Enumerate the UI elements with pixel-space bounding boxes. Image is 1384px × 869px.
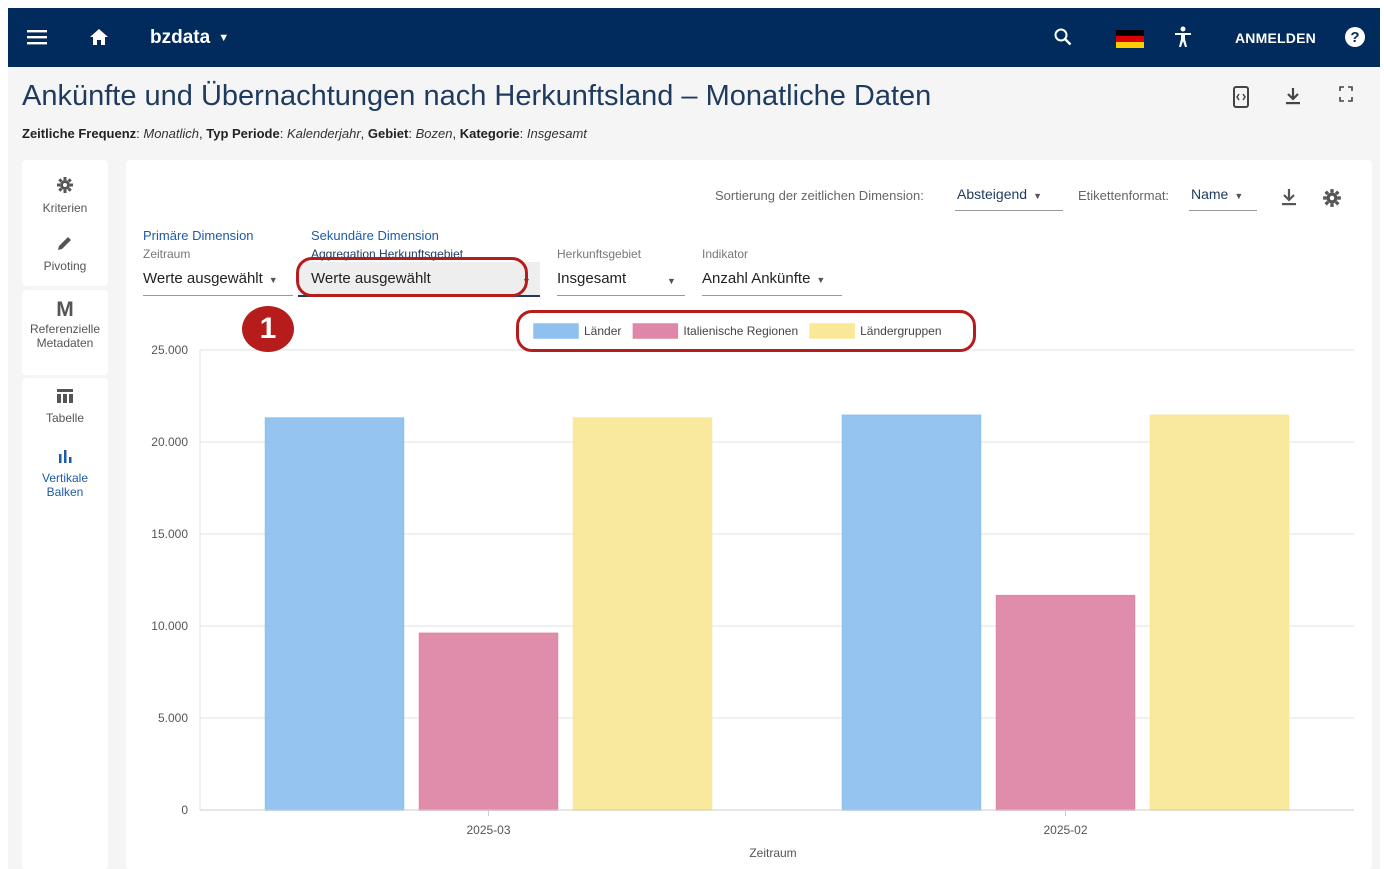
login-button[interactable]: ANMELDEN: [1235, 30, 1316, 46]
y-tick-label: 5.000: [158, 711, 188, 725]
x-axis-title: Zeitraum: [749, 846, 796, 860]
sidebar-item-tabelle[interactable]: Tabelle: [22, 388, 108, 425]
bar: [418, 632, 559, 811]
legend-highlight: [516, 310, 976, 352]
fullscreen-icon[interactable]: [1339, 86, 1353, 107]
sidebar-group-metadata: M Referenzielle Metadaten: [22, 290, 108, 375]
chevron-down-icon: ▼: [218, 31, 230, 44]
menu-icon[interactable]: [22, 22, 52, 52]
filter-label: Gebiet: [367, 126, 409, 141]
accessibility-icon[interactable]: [1168, 22, 1198, 52]
origin-select[interactable]: Insgesamt: [557, 270, 626, 287]
x-tick-label: 2025-03: [466, 823, 510, 837]
bar: [995, 594, 1136, 811]
origin-label: Herkunftsgebiet: [557, 247, 642, 261]
sort-label: Sortierung der zeitlichen Dimension:: [715, 188, 924, 203]
indicator-value: Anzahl Ankünfte: [702, 270, 811, 287]
sort-value: Absteigend: [957, 186, 1028, 202]
sort-select-underline: [955, 210, 1063, 211]
top-app-bar: bzdata ▼ ANMELDEN ?: [8, 8, 1380, 67]
bar: [572, 417, 713, 811]
annotation-badge: 1: [242, 306, 294, 352]
sort-select[interactable]: Absteigend ▼: [957, 186, 1042, 202]
indicator-label: Indikator: [702, 247, 749, 261]
page-title: Ankünfte und Übernachtungen nach Herkunf…: [22, 80, 932, 112]
app-name: bzdata: [150, 27, 211, 48]
home-icon[interactable]: [84, 22, 114, 52]
y-tick-label: 10.000: [151, 619, 188, 633]
primary-dimension-label: Zeitraum: [143, 247, 191, 261]
y-tick-label: 25.000: [151, 343, 188, 357]
app-switcher[interactable]: bzdata ▼: [150, 27, 229, 49]
german-flag-icon[interactable]: [1116, 30, 1144, 48]
filter-label: Kategorie: [459, 126, 520, 141]
chart-settings-gear-icon[interactable]: [1322, 188, 1342, 213]
y-tick-label: 15.000: [151, 527, 188, 541]
indicator-select[interactable]: Anzahl Ankünfte ▼: [702, 270, 825, 287]
sidebar-item-pivoting[interactable]: Pivoting: [22, 234, 108, 273]
bar-chart: 0 5.000 10.000 15.000 20.000 25.000 2025-03 202…: [126, 310, 1372, 869]
bar: [264, 417, 405, 811]
primary-dimension-value: Werte ausgewählt: [143, 270, 263, 287]
sidebar-item-label: Referenzielle Metadaten: [29, 322, 101, 350]
filter-value: Bozen: [415, 126, 453, 141]
primary-dimension-title: Primäre Dimension: [143, 228, 254, 243]
download-icon[interactable]: [1285, 86, 1301, 111]
chevron-down-icon: ▼: [1033, 191, 1042, 201]
secondary-dimension-title: Sekundäre Dimension: [311, 228, 439, 243]
chevron-down-icon: ▼: [816, 275, 826, 285]
primary-dimension-underline: [143, 295, 293, 296]
sidebar-item-label: Kriterien: [42, 201, 88, 215]
x-tick-label: 2025-02: [1043, 823, 1087, 837]
origin-underline: [557, 295, 685, 296]
metadata-m-icon: M: [56, 298, 74, 321]
label-format-underline: [1189, 210, 1257, 211]
sidebar-item-label: Pivoting: [43, 259, 87, 273]
table-icon: [22, 388, 108, 409]
filter-value: Kalenderjahr: [286, 126, 361, 141]
search-icon[interactable]: [1048, 22, 1078, 52]
label-format-label: Etikettenformat:: [1078, 188, 1170, 203]
filter-label: Zeitliche Frequenz: [22, 126, 137, 141]
filter-value: Monatlich: [143, 126, 200, 141]
sidebar-item-metadata[interactable]: M Referenzielle Metadaten: [22, 298, 108, 350]
sort-toolbar: Sortierung der zeitlichen Dimension:: [715, 188, 924, 203]
bar: [841, 414, 982, 811]
sidebar-item-label: Tabelle: [45, 411, 85, 425]
filter-summary: Zeitliche Frequenz: Monatlich, Typ Perio…: [22, 126, 587, 141]
chevron-down-icon: ▼: [1234, 191, 1244, 201]
gear-icon: [22, 176, 108, 199]
sidebar-group-views: Tabelle Vertikale Balken: [22, 378, 108, 869]
sidebar-item-kriterien[interactable]: Kriterien: [22, 176, 108, 215]
chevron-down-icon: ▼: [667, 276, 676, 286]
svg-text:?: ?: [1350, 29, 1359, 46]
label-format-select[interactable]: Name ▼: [1191, 186, 1243, 202]
sidebar-item-vertikale-balken[interactable]: Vertikale Balken: [22, 448, 108, 499]
indicator-underline: [702, 295, 842, 296]
help-icon[interactable]: ?: [1340, 22, 1370, 52]
bar-chart-icon: [22, 448, 108, 469]
y-tick-label: 20.000: [151, 435, 188, 449]
filter-value: Insgesamt: [526, 126, 587, 141]
primary-dimension-select[interactable]: Werte ausgewählt ▼: [143, 270, 278, 287]
pencil-icon: [22, 234, 108, 257]
filter-label: Typ Periode: [206, 126, 280, 141]
label-format-label-wrap: Etikettenformat:: [1078, 188, 1169, 203]
embed-code-icon[interactable]: [1232, 86, 1250, 113]
chart-download-icon[interactable]: [1281, 187, 1297, 212]
y-tick-label: 0: [181, 803, 188, 817]
sidebar-item-label: Vertikale Balken: [41, 471, 89, 499]
sidebar-group-controls: Kriterien Pivoting: [22, 160, 108, 286]
secondary-dimension-highlight: [296, 257, 528, 297]
chart-svg: 0 5.000 10.000 15.000 20.000 25.000 2025-03 202…: [151, 323, 1354, 860]
origin-value: Insgesamt: [557, 270, 627, 287]
chevron-down-icon: ▼: [268, 275, 278, 285]
label-format-value: Name: [1191, 186, 1229, 202]
bar: [1149, 414, 1290, 811]
